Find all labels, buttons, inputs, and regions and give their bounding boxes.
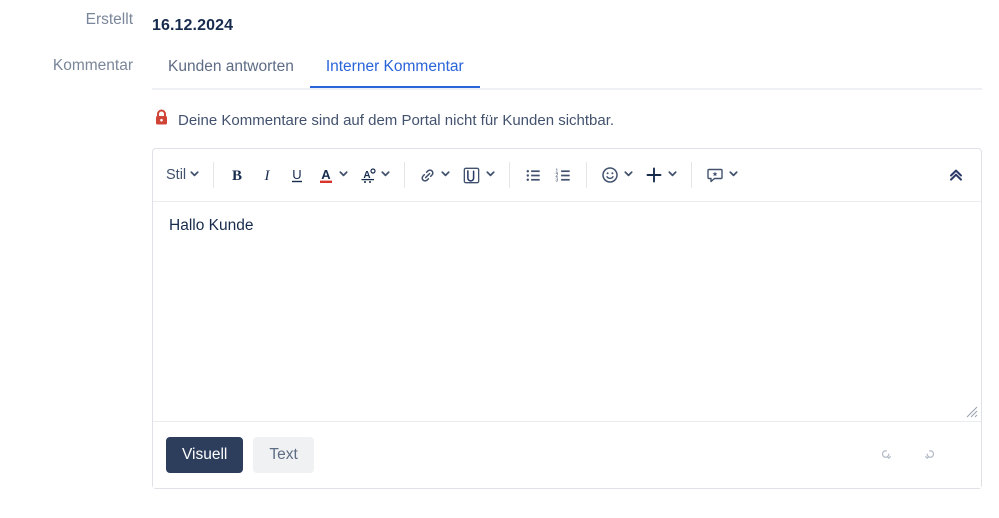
comment-label: Kommentar xyxy=(52,57,133,74)
style-dropdown-label: Stil xyxy=(166,166,187,183)
chevron-down-icon xyxy=(338,166,349,184)
toolbar-separator xyxy=(213,162,215,188)
bold-icon: B xyxy=(232,168,242,184)
created-date-value: 16.12.2024 xyxy=(152,17,234,34)
numbered-list-icon: 1 2 3 xyxy=(555,168,570,183)
bullet-list-icon xyxy=(526,169,540,181)
insert-button[interactable] xyxy=(639,159,683,191)
tab-interner-kommentar[interactable]: Interner Kommentar xyxy=(309,58,480,88)
link-button[interactable] xyxy=(413,159,456,191)
redo-icon xyxy=(925,450,935,459)
svg-text:I: I xyxy=(264,168,271,184)
visibility-notice-text: Deine Kommentare sind auf dem Portal nic… xyxy=(178,111,615,129)
redo-button[interactable] xyxy=(917,442,943,468)
text-mode-button[interactable]: Text xyxy=(253,437,314,473)
numbered-list-button[interactable]: 1 2 3 xyxy=(548,159,578,191)
chevron-down-icon xyxy=(485,166,496,184)
toolbar-separator xyxy=(586,162,588,188)
svg-text:B: B xyxy=(232,168,242,184)
chevron-down-icon xyxy=(728,166,739,184)
undo-icon xyxy=(881,450,891,459)
speech-bubble-icon xyxy=(707,168,723,183)
chevron-down-icon xyxy=(440,166,451,184)
toolbar-separator xyxy=(691,162,693,188)
attachment-button[interactable] xyxy=(456,159,501,191)
comment-tabs: Kunden antworten Interner Kommentar xyxy=(152,58,982,90)
svg-text:U: U xyxy=(292,167,301,182)
underline-icon: U xyxy=(292,167,303,183)
visibility-notice: Deine Kommentare sind auf dem Portal nic… xyxy=(154,109,614,131)
visual-mode-button[interactable]: Visuell xyxy=(166,437,244,473)
underline-button[interactable]: U xyxy=(282,159,312,191)
editor-toolbar: Stil B I U A A 1 2 3 xyxy=(153,149,981,202)
bullet-list-button[interactable] xyxy=(518,159,548,191)
bold-button[interactable]: B xyxy=(222,159,252,191)
editor-content-area[interactable]: Hallo Kunde xyxy=(153,202,981,421)
chevron-down-icon xyxy=(667,166,678,184)
chevron-double-up-icon xyxy=(950,169,962,181)
link-icon xyxy=(421,168,434,182)
comment-panel: Erstellt Kommentar 16.12.2024 Kunden ant… xyxy=(0,0,999,518)
quote-button[interactable] xyxy=(700,159,744,191)
text-color-button[interactable]: A xyxy=(312,159,354,191)
svg-text:3: 3 xyxy=(555,177,558,183)
chevron-down-icon xyxy=(380,166,391,184)
highlight-color-icon: A xyxy=(361,168,376,183)
created-label: Erstellt xyxy=(85,11,133,28)
italic-icon: I xyxy=(264,168,271,184)
editor-footer: Visuell Text xyxy=(153,421,981,488)
italic-button[interactable]: I xyxy=(252,159,282,191)
undo-button[interactable] xyxy=(873,442,899,468)
svg-text:A: A xyxy=(321,167,331,182)
emoji-icon xyxy=(602,167,618,183)
chevron-down-icon xyxy=(623,166,634,184)
rich-text-editor: Stil B I U A A 1 2 3 Hallo Kunde Visuell… xyxy=(152,148,982,489)
style-dropdown[interactable]: Stil xyxy=(161,159,205,191)
editor-history-actions xyxy=(873,442,965,468)
text-color-icon: A xyxy=(320,167,333,183)
chevron-down-icon xyxy=(189,166,200,184)
tab-kunden-antworten[interactable]: Kunden antworten xyxy=(152,58,310,86)
attachment-icon xyxy=(463,167,480,183)
highlight-color-button[interactable]: A xyxy=(354,159,396,191)
toolbar-separator xyxy=(404,162,406,188)
toolbar-separator xyxy=(509,162,511,188)
plus-icon xyxy=(646,167,662,183)
lock-icon xyxy=(154,109,169,131)
resize-grip-icon[interactable] xyxy=(964,404,978,418)
editor-body-text: Hallo Kunde xyxy=(169,217,254,234)
emoji-button[interactable] xyxy=(595,159,639,191)
collapse-toolbar-button[interactable] xyxy=(941,159,971,191)
